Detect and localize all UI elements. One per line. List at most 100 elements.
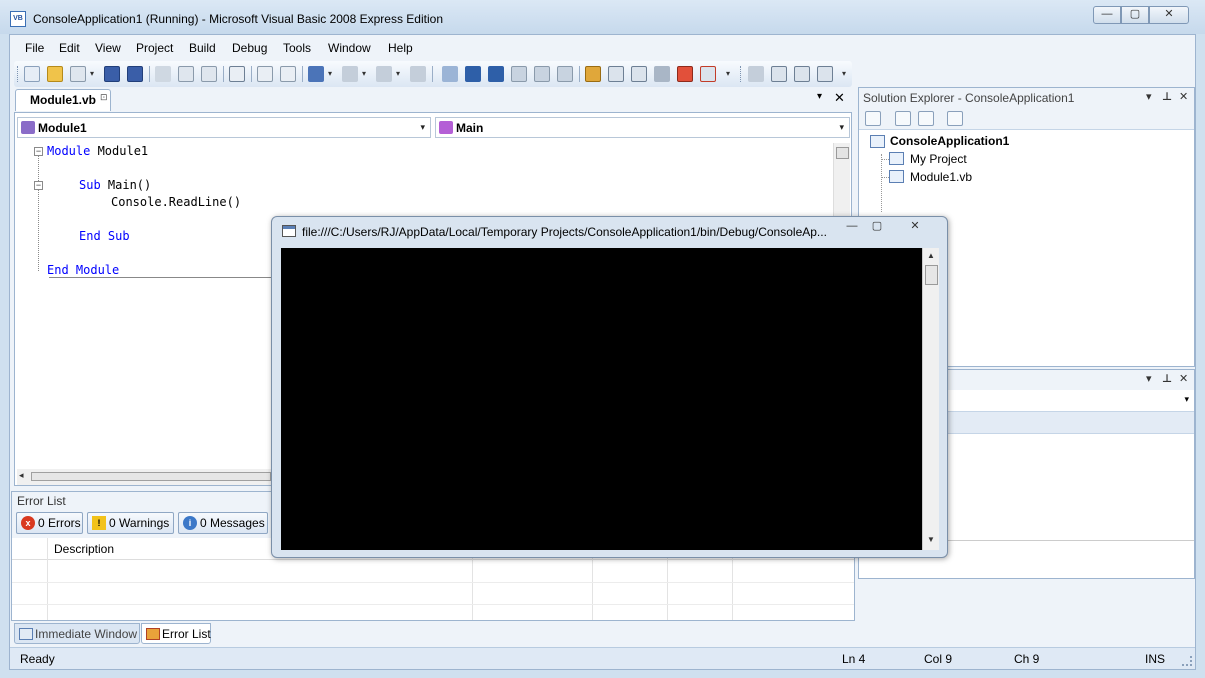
column-description[interactable]: Description — [54, 542, 114, 556]
scroll-thumb[interactable] — [31, 472, 271, 481]
tab-immediate-window[interactable]: Immediate Window — [14, 623, 140, 644]
tree-root[interactable]: ConsoleApplication1 — [890, 134, 1009, 148]
auto-hide-pin-icon[interactable]: ⊥ — [1162, 372, 1172, 385]
cut-icon[interactable] — [155, 66, 171, 82]
errors-filter-button[interactable]: x 0 Errors — [16, 512, 83, 534]
copy-icon[interactable] — [178, 66, 194, 82]
maximize-button[interactable]: ▢ — [1121, 6, 1149, 24]
console-output-area[interactable] — [281, 248, 922, 550]
menu-build[interactable]: Build — [189, 41, 216, 55]
text-editor-icon[interactable] — [771, 66, 787, 82]
warnings-filter-button[interactable]: ! 0 Warnings — [87, 512, 174, 534]
undo-icon[interactable] — [308, 66, 324, 82]
break-all-icon[interactable] — [465, 66, 481, 82]
save-icon[interactable] — [104, 66, 120, 82]
uncomment-icon[interactable] — [280, 66, 296, 82]
toolbar-overflow-icon[interactable]: ▾ — [842, 69, 846, 78]
add-item-dropdown-icon[interactable]: ▾ — [90, 69, 94, 78]
class-name-combo[interactable]: Module1 ▾ — [17, 117, 431, 138]
resize-grip[interactable] — [1182, 656, 1192, 666]
start-debug-icon[interactable] — [442, 66, 458, 82]
menu-window[interactable]: Window — [328, 41, 371, 55]
immediate-window-icon — [19, 628, 33, 640]
properties-icon[interactable] — [865, 111, 881, 126]
scroll-left-icon[interactable]: ◂ — [19, 470, 24, 481]
paste-icon[interactable] — [201, 66, 217, 82]
comment-icon[interactable] — [257, 66, 273, 82]
console-scrollbar[interactable]: ▲ ▼ — [922, 248, 939, 550]
step-over-icon[interactable] — [534, 66, 550, 82]
menu-tools[interactable]: Tools — [283, 41, 311, 55]
method-icon — [439, 121, 453, 134]
add-item-icon[interactable] — [70, 66, 86, 82]
console-close-button[interactable]: ✕ — [900, 219, 930, 237]
chevron-down-icon[interactable]: ▾ — [420, 122, 425, 133]
save-all-icon[interactable] — [127, 66, 143, 82]
new-project-icon[interactable] — [24, 66, 40, 82]
close-document-icon[interactable]: ✕ — [834, 90, 845, 106]
tree-item-module1[interactable]: Module1.vb — [910, 170, 972, 184]
redo-icon[interactable] — [342, 66, 358, 82]
close-pane-icon[interactable]: ✕ — [1179, 372, 1188, 385]
scroll-down-icon[interactable]: ▼ — [927, 535, 935, 544]
chevron-down-icon[interactable]: ▾ — [839, 122, 844, 133]
object-browser-icon[interactable] — [631, 66, 647, 82]
chevron-down-icon[interactable]: ▾ — [1184, 394, 1189, 405]
debug-location-icon[interactable] — [748, 66, 764, 82]
solution-explorer-icon[interactable] — [585, 66, 601, 82]
close-button[interactable]: ✕ — [1149, 6, 1189, 24]
refresh-icon[interactable] — [918, 111, 934, 126]
console-maximize-button[interactable]: ▢ — [865, 219, 889, 237]
console-window[interactable]: file:///C:/Users/RJ/AppData/Local/Tempor… — [271, 216, 948, 558]
method-name-combo[interactable]: Main ▾ — [435, 117, 850, 138]
scroll-up-icon[interactable]: ▲ — [927, 251, 935, 260]
active-files-dropdown-icon[interactable]: ▾ — [817, 91, 822, 102]
command-icon[interactable] — [700, 66, 716, 82]
step-into-icon[interactable] — [511, 66, 527, 82]
window-position-icon[interactable]: ▾ — [1146, 372, 1152, 385]
properties-icon[interactable] — [608, 66, 624, 82]
tab-error-list[interactable]: Error List — [141, 623, 211, 644]
messages-filter-button[interactable]: i 0 Messages — [178, 512, 268, 534]
format-icon[interactable] — [817, 66, 833, 82]
redo-dropdown-icon[interactable]: ▾ — [362, 69, 366, 78]
collapse-icon[interactable]: − — [34, 147, 43, 156]
pin-icon[interactable]: ⊡ — [100, 92, 108, 103]
menu-bar: File Edit View Project Build Debug Tools… — [10, 35, 1195, 61]
toolbar-grip[interactable] — [17, 66, 20, 82]
collapse-icon[interactable]: − — [34, 181, 43, 190]
menu-debug[interactable]: Debug — [232, 41, 267, 55]
open-icon[interactable] — [47, 66, 63, 82]
tree-item-my-project[interactable]: My Project — [910, 152, 967, 166]
stop-debug-icon[interactable] — [488, 66, 504, 82]
console-minimize-button[interactable]: — — [840, 219, 864, 237]
menu-project[interactable]: Project — [136, 41, 173, 55]
error-list-icon[interactable] — [677, 66, 693, 82]
window-position-icon[interactable]: ▾ — [1146, 90, 1152, 103]
step-out-icon[interactable] — [557, 66, 573, 82]
navigate-forward-icon[interactable] — [410, 66, 426, 82]
title-bar[interactable]: VB ConsoleApplication1 (Running) - Micro… — [0, 0, 1205, 34]
menu-file[interactable]: File — [25, 41, 44, 55]
bookmark-icon[interactable] — [794, 66, 810, 82]
menu-edit[interactable]: Edit — [59, 41, 80, 55]
show-all-files-icon[interactable] — [895, 111, 911, 126]
close-pane-icon[interactable]: ✕ — [1179, 90, 1188, 103]
scroll-thumb[interactable] — [925, 265, 938, 285]
auto-hide-pin-icon[interactable]: ⊥ — [1162, 90, 1172, 103]
undo-dropdown-icon[interactable]: ▾ — [328, 69, 332, 78]
toolbar-overflow-icon[interactable]: ▾ — [726, 69, 730, 78]
view-code-icon[interactable] — [947, 111, 963, 126]
editor-horizontal-scrollbar[interactable]: ◂ — [17, 469, 277, 485]
toolbar-grip[interactable] — [740, 66, 743, 82]
find-icon[interactable] — [229, 66, 245, 82]
navigate-back-dropdown-icon[interactable]: ▾ — [396, 69, 400, 78]
toolbox-icon[interactable] — [654, 66, 670, 82]
menu-help[interactable]: Help — [388, 41, 413, 55]
solution-explorer-title-bar[interactable]: Solution Explorer - ConsoleApplication1 … — [859, 88, 1194, 108]
tab-module1-vb[interactable]: Module1.vb ⊡ — [15, 89, 111, 111]
navigate-back-icon[interactable] — [376, 66, 392, 82]
scroll-thumb[interactable] — [836, 147, 849, 159]
menu-view[interactable]: View — [95, 41, 121, 55]
minimize-button[interactable]: — — [1093, 6, 1121, 24]
